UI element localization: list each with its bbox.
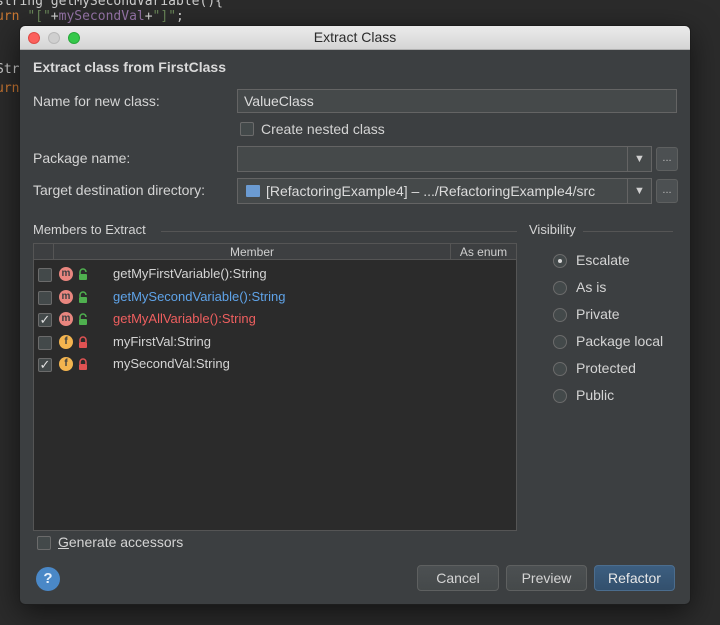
visibility-radio-label: Package local xyxy=(576,333,664,349)
member-checkbox[interactable] xyxy=(38,290,52,305)
editor-operator: + xyxy=(50,9,59,24)
visibility-radio-private[interactable] xyxy=(553,308,567,322)
class-name-input[interactable]: ValueClass xyxy=(237,89,677,113)
field-icon: f xyxy=(59,357,73,371)
package-name-combo[interactable]: ▼ xyxy=(237,146,652,172)
window-close-button[interactable] xyxy=(28,32,40,44)
dialog-heading: Extract class from FirstClass xyxy=(33,59,226,75)
editor-string: "]" xyxy=(152,9,177,24)
editor-keyword: urn xyxy=(0,9,20,24)
member-name: mySecondVal:String xyxy=(113,356,230,371)
members-divider xyxy=(161,231,517,232)
generate-accessors-label: Generate accessors xyxy=(58,534,184,550)
preview-button[interactable]: Preview xyxy=(506,565,587,591)
field-icon: f xyxy=(59,334,73,349)
table-header-as-enum[interactable]: As enum xyxy=(451,244,516,260)
visibility-radio-protected[interactable] xyxy=(553,362,567,376)
target-directory-value: [RefactoringExample4] – .../RefactoringE… xyxy=(266,183,596,199)
editor-line-fragment: urn xyxy=(0,81,20,96)
generate-accessors-checkbox[interactable] xyxy=(37,536,51,550)
editor-semicolon: ; xyxy=(176,9,184,24)
dropdown-arrow-icon[interactable]: ▼ xyxy=(627,147,651,171)
visibility-section-label: Visibility xyxy=(529,222,576,237)
folder-icon xyxy=(246,185,260,197)
public-lock-icon xyxy=(77,313,89,327)
window-maximize-button[interactable] xyxy=(68,32,80,44)
members-section-label: Members to Extract xyxy=(33,222,146,237)
private-lock-icon xyxy=(77,358,89,372)
visibility-radio-label: Escalate xyxy=(576,252,630,268)
editor-field: mySecondVal xyxy=(58,9,145,24)
table-row[interactable]: m getMySecondVariable():String xyxy=(34,287,516,309)
member-name: getMyFirstVariable():String xyxy=(113,266,267,281)
table-row[interactable]: ✓ f mySecondVal:String xyxy=(34,354,516,376)
public-lock-icon xyxy=(77,290,89,305)
visibility-radio-package-local[interactable] xyxy=(553,335,567,349)
member-checkbox[interactable] xyxy=(38,268,52,282)
dialog-titlebar: Extract Class xyxy=(20,26,690,50)
create-nested-class-checkbox[interactable] xyxy=(240,122,254,136)
help-button[interactable]: ? xyxy=(36,567,60,591)
member-name: getMyAllVariable():String xyxy=(113,311,256,326)
cancel-button[interactable]: Cancel xyxy=(417,565,499,591)
window-minimize-button[interactable] xyxy=(48,32,60,44)
target-browse-button[interactable]: ... xyxy=(656,179,678,203)
name-label: Name for new class: xyxy=(33,93,160,109)
visibility-radio-label: Protected xyxy=(576,360,636,376)
visibility-divider xyxy=(583,231,673,232)
editor-string: "[" xyxy=(27,9,51,24)
dialog-title: Extract Class xyxy=(313,29,397,45)
table-row[interactable]: m getMyFirstVariable():String xyxy=(34,264,516,286)
method-icon: m xyxy=(59,289,73,304)
visibility-radio-as-is[interactable] xyxy=(553,281,567,295)
visibility-radio-escalate[interactable] xyxy=(553,254,567,268)
refactor-button[interactable]: Refactor xyxy=(594,565,675,591)
visibility-radio-label: Public xyxy=(576,387,615,403)
private-lock-icon xyxy=(77,335,89,350)
visibility-radio-label: As is xyxy=(576,279,607,295)
package-name-value xyxy=(238,151,244,167)
table-header-member[interactable]: Member xyxy=(54,244,451,260)
member-checkbox[interactable]: ✓ xyxy=(38,358,52,372)
visibility-radio-label: Private xyxy=(576,306,620,322)
editor-line-return: urn "["+mySecondVal+"]"; xyxy=(0,9,184,24)
editor-operator: + xyxy=(144,9,153,24)
target-directory-combo[interactable]: [RefactoringExample4] – .../RefactoringE… xyxy=(237,178,652,204)
target-directory-label: Target destination directory: xyxy=(33,182,205,198)
member-name: myFirstVal:String xyxy=(113,333,211,349)
public-lock-icon xyxy=(77,268,89,282)
package-name-label: Package name: xyxy=(33,150,131,166)
extract-class-dialog: Extract Class Extract class from FirstCl… xyxy=(20,26,690,604)
method-icon: m xyxy=(59,312,73,326)
member-checkbox[interactable] xyxy=(38,335,52,350)
members-table: Member As enum m getMyFirstVariable():Str… xyxy=(33,243,517,531)
editor-line-signature: string getMySecondVariable(){ xyxy=(0,0,223,9)
editor-line-fragment: Str xyxy=(0,62,20,77)
visibility-radio-public[interactable] xyxy=(553,389,567,403)
table-header-check xyxy=(34,244,54,260)
create-nested-class-label: Create nested class xyxy=(261,121,385,137)
table-row[interactable]: f myFirstVal:String xyxy=(34,332,516,354)
member-name: getMySecondVariable():String xyxy=(113,288,286,304)
table-row[interactable]: ✓ m getMyAllVariable():String xyxy=(34,309,516,331)
dropdown-arrow-icon[interactable]: ▼ xyxy=(627,179,651,203)
package-browse-button[interactable]: ... xyxy=(656,147,678,171)
member-checkbox[interactable]: ✓ xyxy=(38,313,52,327)
method-icon: m xyxy=(59,267,73,281)
